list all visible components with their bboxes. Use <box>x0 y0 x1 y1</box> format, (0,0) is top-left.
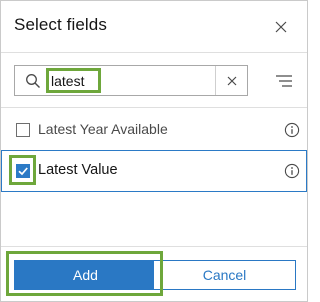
close-icon <box>275 21 287 33</box>
search-icon <box>26 74 40 88</box>
search-box <box>14 65 248 96</box>
filter-list-icon <box>276 75 292 87</box>
field-label: Latest Value <box>38 162 118 178</box>
cancel-button[interactable]: Cancel <box>153 260 296 290</box>
info-icon[interactable] <box>284 122 300 138</box>
info-icon[interactable] <box>284 163 300 179</box>
add-button[interactable]: Add <box>14 260 157 290</box>
panel-footer: Add Cancel <box>1 246 307 301</box>
close-button[interactable] <box>269 15 293 39</box>
checkmark-icon <box>18 167 28 176</box>
clear-search-button[interactable] <box>216 66 247 95</box>
search-input[interactable] <box>51 71 211 91</box>
panel-header: Select fields <box>1 1 307 53</box>
close-icon <box>227 76 236 85</box>
select-fields-panel: Select fields Latest Year Available <box>0 0 308 302</box>
checkbox-unchecked[interactable] <box>16 123 30 137</box>
field-item-latest-year-available[interactable]: Latest Year Available <box>1 108 307 150</box>
field-label: Latest Year Available <box>38 121 168 137</box>
filter-options-button[interactable] <box>271 69 297 93</box>
panel-title: Select fields <box>14 15 107 34</box>
field-item-latest-value[interactable]: Latest Value <box>1 150 307 192</box>
checkbox-checked[interactable] <box>16 164 30 178</box>
